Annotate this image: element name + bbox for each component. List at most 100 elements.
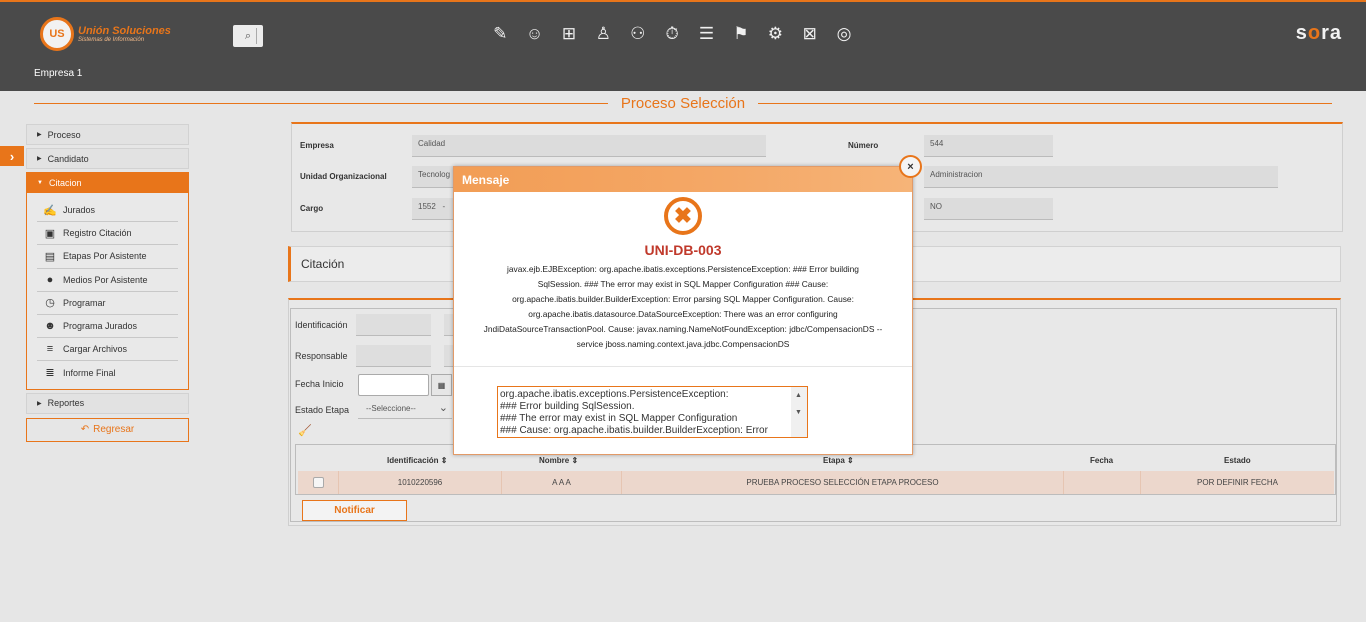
- upload-list-icon: ≡: [46, 343, 54, 356]
- numero-label: Número: [848, 141, 879, 150]
- gift-icon[interactable]: ⊞: [552, 22, 586, 46]
- calendar-button[interactable]: ▦: [431, 374, 452, 396]
- sidebar-item-label: Proceso: [47, 129, 81, 140]
- sidebar-item-jurados[interactable]: ✍ Jurados: [37, 199, 178, 223]
- search-button[interactable]: ⌕: [233, 25, 263, 47]
- sidebar-item-label: Reportes: [47, 398, 85, 408]
- regresar-button[interactable]: ↶ Regresar: [26, 417, 189, 442]
- gears-icon[interactable]: ⚙: [758, 22, 792, 46]
- caret-right-icon: ▶: [37, 132, 42, 138]
- unidad-desc-field: Administracion: [924, 166, 1278, 188]
- stopwatch-icon[interactable]: ⏱: [655, 22, 689, 46]
- estado-etapa-select[interactable]: --Seleccione--: [358, 401, 452, 419]
- cargo-field: 1552 -: [412, 198, 454, 220]
- scroll-up-icon[interactable]: ▲: [795, 390, 802, 402]
- sidebar-item-citacion[interactable]: ▼ Citacion: [26, 172, 189, 193]
- sidebar-item-proceso[interactable]: ▶ Proceso: [26, 124, 189, 145]
- cell-fecha: [1064, 471, 1141, 494]
- scroll-down-icon[interactable]: ▼: [795, 407, 802, 419]
- document-edit-icon[interactable]: ✎: [483, 22, 517, 46]
- responsable-label: Responsable: [295, 351, 348, 361]
- empresa-label: Empresa: [300, 141, 334, 150]
- register-icon: ▣: [44, 227, 56, 240]
- caret-right-icon: ▶: [37, 156, 42, 162]
- column-header-etapa[interactable]: Etapa ⇕: [823, 456, 854, 465]
- column-header-fecha[interactable]: Fecha: [1090, 456, 1113, 465]
- report-list-icon: ≣: [45, 367, 55, 380]
- presentation-icon[interactable]: ⚑: [724, 22, 758, 46]
- sidebar-item-programar[interactable]: ◷ Programar: [37, 292, 178, 315]
- list-icon: ▤: [44, 250, 56, 263]
- numero-field: 544: [924, 135, 1053, 157]
- logo-name: Unión Soluciones: [78, 24, 171, 37]
- briefcase-icon[interactable]: ⊠: [793, 22, 827, 46]
- error-code: UNI-DB-003: [644, 242, 722, 258]
- close-dialog-button[interactable]: ×: [899, 155, 922, 178]
- sidebar-item-medios-por-asistente[interactable]: ● Medios Por Asistente: [37, 269, 178, 292]
- cargo-flag-field: NO: [924, 198, 1053, 220]
- clear-filters-icon[interactable]: 🧹: [298, 424, 312, 437]
- logo-text: Unión Soluciones Sistemas de Información: [78, 25, 171, 43]
- sidebar-item-label: Medios Por Asistente: [63, 274, 148, 285]
- cargo-label: Cargo: [300, 204, 324, 213]
- brand-prefix: s: [1295, 22, 1308, 44]
- error-detail-textarea[interactable]: org.apache.ibatis.exceptions.Persistence…: [497, 386, 808, 438]
- fecha-inicio-label: Fecha Inicio: [295, 379, 344, 389]
- users-search-icon[interactable]: ◎: [827, 22, 861, 46]
- table-row[interactable]: 1010220596 A A A PRUEBA PROCESO SELECCIÓ…: [298, 471, 1334, 494]
- page-title: Proceso Selección: [0, 95, 1366, 112]
- fecha-inicio-input[interactable]: [358, 374, 429, 396]
- sidebar-item-label: Citacion: [48, 177, 82, 188]
- sidebar-item-label: Programa Jurados: [63, 321, 138, 332]
- sidebar-item-programa-jurados[interactable]: ☻ Programa Jurados: [37, 315, 178, 339]
- brand-logo: sora: [1296, 22, 1342, 45]
- empresa-field: Calidad: [412, 135, 766, 157]
- identificacion-input[interactable]: [356, 314, 431, 336]
- logo-tagline: Sistemas de Información: [78, 37, 145, 44]
- sidebar-item-label: Programar: [63, 297, 106, 308]
- calendar-icon: ▦: [437, 380, 446, 390]
- error-icon: ✖: [664, 197, 702, 235]
- top-header: US Unión Soluciones Sistemas de Informac…: [0, 0, 1366, 91]
- column-header-estado[interactable]: Estado: [1224, 456, 1251, 465]
- search-icon: ⌕: [244, 29, 252, 42]
- sidebar-submenu-citacion: ✍ Jurados ▣ Registro Citación ▤ Etapas Por …: [26, 193, 189, 390]
- module-nav: ✎ ☺ ⊞ ♙ ⚇ ⏱ ☰ ⚑ ⚙ ⊠ ◎: [483, 22, 861, 46]
- responsable-input[interactable]: [356, 345, 431, 367]
- cell-identificacion: 1010220596: [339, 471, 502, 494]
- sidebar-item-registro-citacion[interactable]: ▣ Registro Citación: [37, 222, 178, 246]
- unidad-label: Unidad Organizacional: [300, 172, 387, 181]
- sidebar-item-label: Registro Citación: [63, 228, 132, 239]
- sidebar-item-label: Candidato: [47, 153, 89, 164]
- report-icon[interactable]: ☰: [689, 22, 723, 46]
- row-checkbox[interactable]: [312, 477, 324, 488]
- column-header-nombre[interactable]: Nombre ⇕: [539, 456, 578, 465]
- cell-estado: POR DEFINIR FECHA: [1197, 478, 1278, 487]
- chevron-right-icon: ›: [9, 148, 15, 164]
- estado-etapa-label: Estado Etapa: [295, 405, 350, 415]
- sidebar-item-label: Etapas Por Asistente: [63, 251, 147, 262]
- user-id-icon[interactable]: ⚇: [621, 22, 655, 46]
- textarea-scrollbar[interactable]: ▲ ▼: [791, 387, 807, 437]
- org-chart-icon[interactable]: ♙: [586, 22, 620, 46]
- dialog-title: Mensaje: [454, 167, 912, 192]
- company-logo[interactable]: US Unión Soluciones Sistemas de Informac…: [40, 17, 171, 51]
- sidebar-item-etapas-por-asistente[interactable]: ▤ Etapas Por Asistente: [37, 245, 178, 269]
- sidebar-item-reportes[interactable]: ▶ Reportes: [26, 392, 189, 414]
- unidad-field: Tecnolog: [412, 166, 454, 188]
- column-header-identificacion[interactable]: Identificación ⇕: [387, 456, 448, 465]
- user-settings-icon[interactable]: ☺: [517, 22, 551, 46]
- cell-nombre: A A A: [502, 471, 622, 494]
- brand-suffix: ra: [1321, 22, 1342, 44]
- sort-icon: ⇕: [440, 456, 448, 465]
- sidebar-item-candidato[interactable]: ▶ Candidato: [26, 148, 189, 169]
- notificar-button[interactable]: Notificar: [302, 500, 407, 521]
- identificacion-label: Identificación: [295, 320, 348, 330]
- sidebar-toggle-button[interactable]: ›: [0, 146, 24, 166]
- company-name[interactable]: Empresa 1: [34, 68, 82, 79]
- caret-right-icon: ▶: [37, 400, 42, 407]
- sidebar-item-cargar-archivos[interactable]: ≡ Cargar Archivos: [37, 338, 178, 362]
- back-icon: ↶: [80, 424, 90, 435]
- dialog-divider: [454, 366, 912, 367]
- sidebar-item-informe-final[interactable]: ≣ Informe Final: [37, 361, 178, 384]
